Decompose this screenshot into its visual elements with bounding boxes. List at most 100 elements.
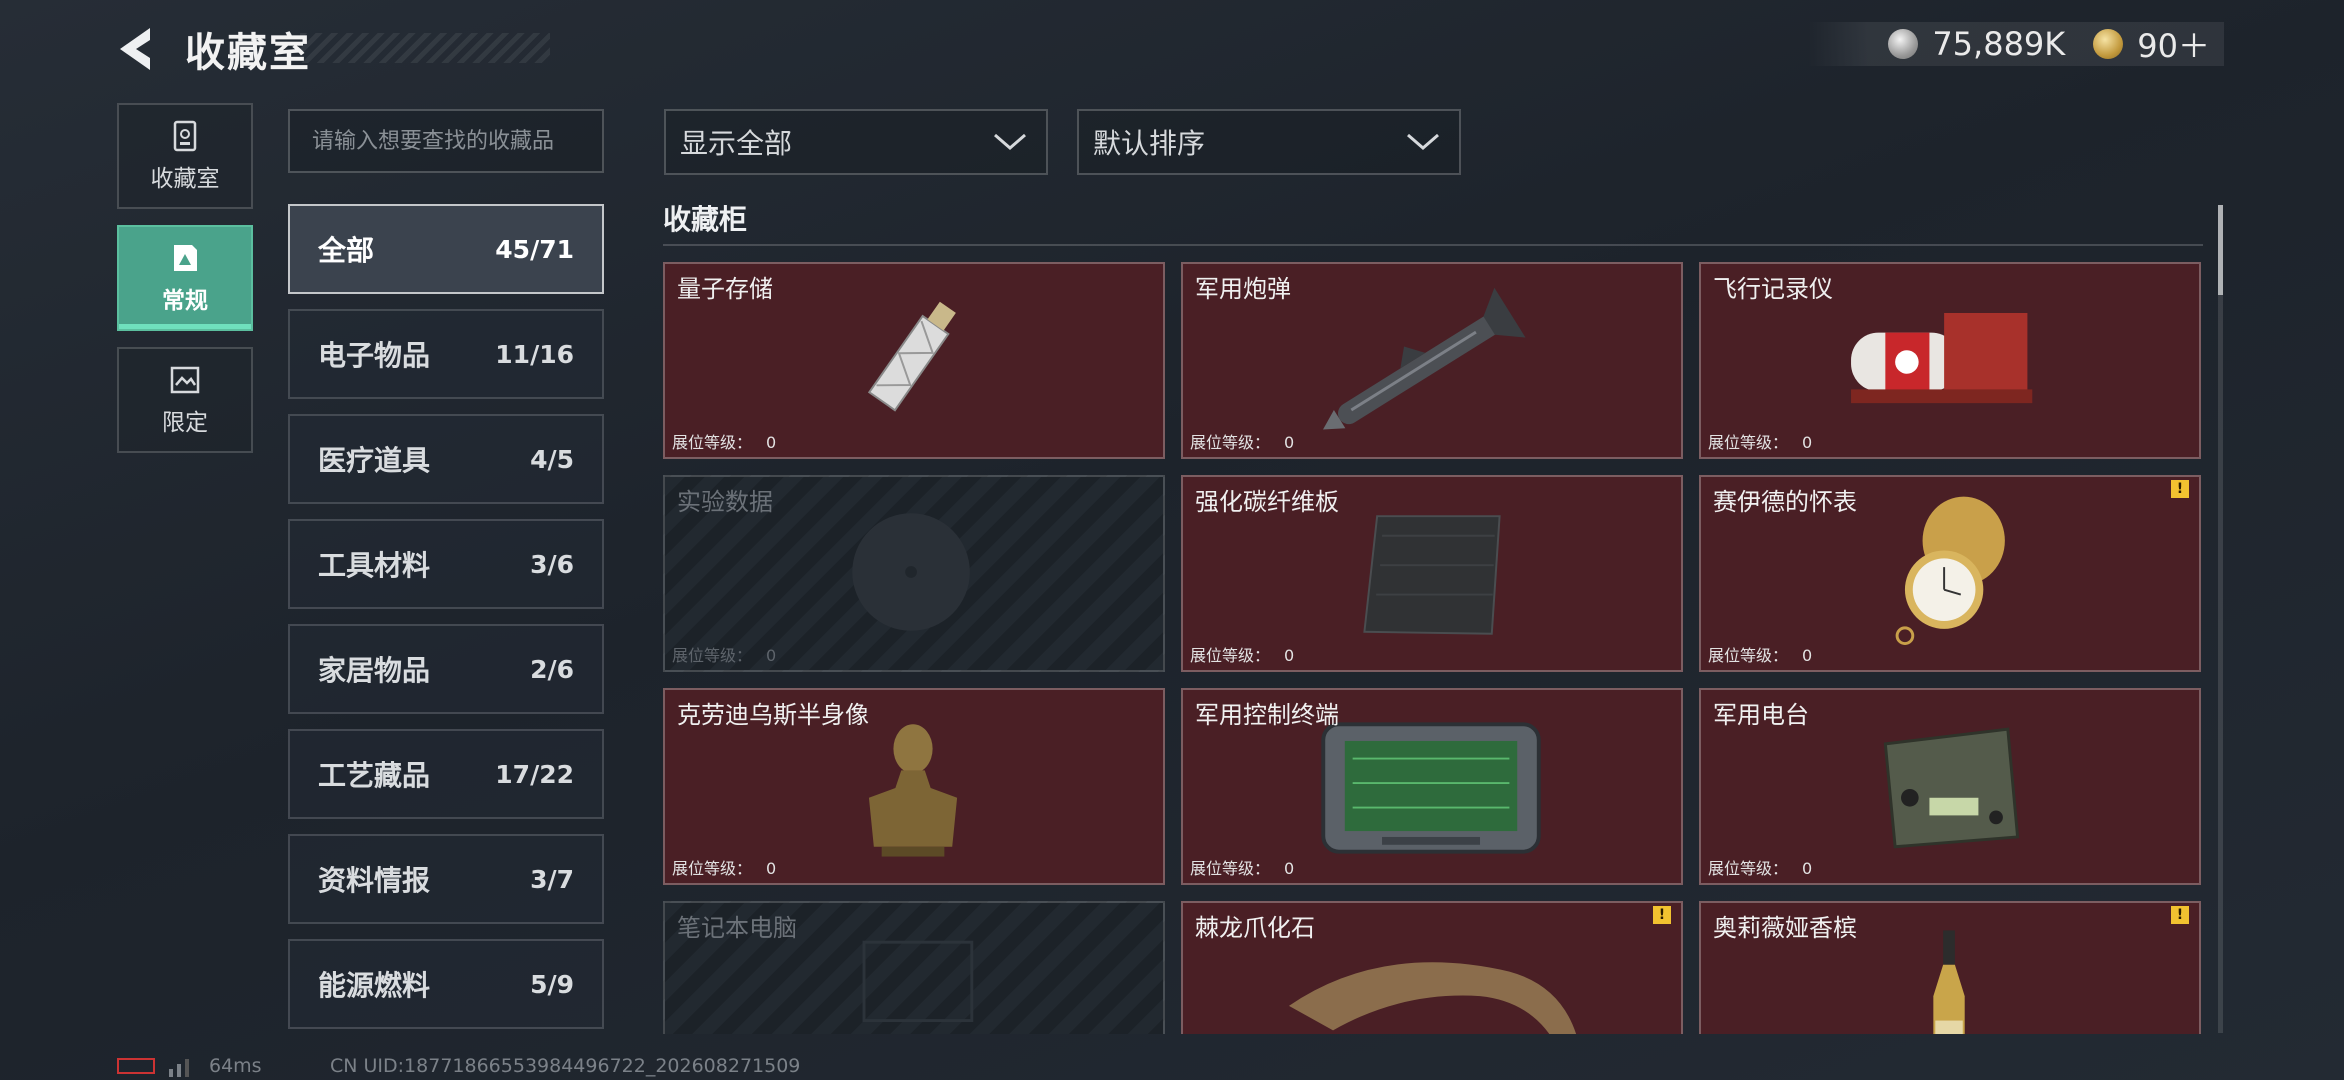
item-card-quantum-storage[interactable]: 量子存储 展位等级： 0 <box>663 262 1165 459</box>
gold-coin-amount: 90＋ <box>2137 27 2210 65</box>
level-label: 展位等级： <box>672 433 753 452</box>
item-card-military-terminal[interactable]: 军用控制终端 展位等级： 0 <box>1181 688 1683 885</box>
level-label: 展位等级： <box>672 646 753 665</box>
category-name: 电子物品 <box>318 339 431 372</box>
category-name: 医疗道具 <box>318 444 431 477</box>
level-value: 0 <box>766 859 777 878</box>
level-label: 展位等级： <box>1708 859 1789 878</box>
level-value: 0 <box>1284 433 1295 452</box>
item-level: 展位等级： 0 <box>672 855 776 879</box>
item-card-olivia-champagne[interactable]: ! 奥莉薇娅香槟 <box>1699 901 2201 1034</box>
title-decoration <box>300 33 550 63</box>
back-arrow-icon[interactable] <box>112 24 162 74</box>
collection-grid: 量子存储 展位等级： 0 军用炮弹 展位等级： 0 飞行记录仪 展位等级： 0 <box>663 262 2203 1034</box>
battery-icon <box>117 1058 155 1074</box>
currency-bar: 75,889K 90＋ <box>1808 22 2224 66</box>
category-tools[interactable]: 工具材料 3/6 <box>288 519 604 609</box>
regular-icon <box>174 245 197 271</box>
category-name: 能源燃料 <box>318 969 431 1002</box>
category-electronics[interactable]: 电子物品 11/16 <box>288 309 604 399</box>
category-count: 45/71 <box>495 234 574 264</box>
item-card-carbon-fiber-plate[interactable]: 强化碳纤维板 展位等级： 0 <box>1181 475 1683 672</box>
chevron-down-icon <box>1407 133 1439 150</box>
item-name: 量子存储 <box>677 275 773 303</box>
page-title: 收藏室 <box>185 30 311 76</box>
item-name: 实验数据 <box>677 488 773 516</box>
category-household[interactable]: 家居物品 2/6 <box>288 624 604 714</box>
category-intel[interactable]: 资料情报 3/7 <box>288 834 604 924</box>
filter-value: 显示全部 <box>680 127 793 160</box>
category-name: 资料情报 <box>318 864 431 897</box>
level-label: 展位等级： <box>672 859 753 878</box>
section-divider <box>663 244 2203 246</box>
item-level: 展位等级： 0 <box>1190 855 1294 879</box>
level-value: 0 <box>1284 859 1295 878</box>
item-card-experiment-data[interactable]: 实验数据 展位等级： 0 <box>663 475 1165 672</box>
search-input[interactable] <box>288 109 604 173</box>
warning-badge: ! <box>2171 480 2189 498</box>
item-card-military-radio[interactable]: 军用电台 展位等级： 0 <box>1699 688 2201 885</box>
side-tab-regular[interactable]: 常规 <box>117 225 253 331</box>
item-name: 笔记本电脑 <box>677 914 797 942</box>
category-count: 17/22 <box>495 759 574 789</box>
side-tab-label: 收藏室 <box>150 166 220 192</box>
item-name: 棘龙爪化石 <box>1195 914 1315 942</box>
item-level: 展位等级： 0 <box>1190 642 1294 666</box>
item-card-claudius-bust[interactable]: 克劳迪乌斯半身像 展位等级： 0 <box>663 688 1165 885</box>
category-name: 工艺藏品 <box>318 759 431 792</box>
silver-coin-amount: 75,889K <box>1932 25 2066 63</box>
item-level: 展位等级： 0 <box>1708 642 1812 666</box>
silver-coin-icon <box>1888 29 1919 59</box>
item-name: 奥莉薇娅香槟 <box>1713 914 1857 942</box>
level-value: 0 <box>766 646 777 665</box>
item-card-flight-recorder[interactable]: 飞行记录仪 展位等级： 0 <box>1699 262 2201 459</box>
limited-icon <box>170 366 200 394</box>
sort-value: 默认排序 <box>1093 127 1206 160</box>
category-count: 4/5 <box>530 444 574 474</box>
item-level: 展位等级： 0 <box>1708 855 1812 879</box>
level-value: 0 <box>1284 646 1295 665</box>
filter-dropdown[interactable]: 显示全部 <box>664 109 1048 175</box>
category-count: 5/9 <box>530 969 574 999</box>
category-count: 2/6 <box>530 654 574 684</box>
side-tab-label: 限定 <box>162 410 208 436</box>
gold-coin-icon <box>2093 29 2124 59</box>
item-level: 展位等级： 0 <box>672 642 776 666</box>
category-count: 3/7 <box>530 864 574 894</box>
warning-badge: ! <box>2171 906 2189 924</box>
item-name: 克劳迪乌斯半身像 <box>677 701 869 729</box>
category-name: 家居物品 <box>318 654 431 687</box>
item-name: 军用炮弹 <box>1195 275 1291 303</box>
item-level: 展位等级： 0 <box>672 429 776 453</box>
category-crafts[interactable]: 工艺藏品 17/22 <box>288 729 604 819</box>
level-label: 展位等级： <box>1190 859 1271 878</box>
side-tab-limited[interactable]: 限定 <box>117 347 253 453</box>
level-value: 0 <box>1802 433 1813 452</box>
user-uid: CN UID:18771866553984496722_202608271509 <box>330 1055 801 1077</box>
section-title: 收藏柜 <box>663 203 748 236</box>
level-value: 0 <box>1802 646 1813 665</box>
item-card-pocket-watch[interactable]: ! 赛伊德的怀表 展位等级： 0 <box>1699 475 2201 672</box>
side-tab-collection-room[interactable]: 收藏室 <box>117 103 253 209</box>
category-count: 11/16 <box>495 339 574 369</box>
category-medical[interactable]: 医疗道具 4/5 <box>288 414 604 504</box>
warning-badge: ! <box>1653 906 1671 924</box>
ping-value: 64ms <box>209 1055 262 1077</box>
scrollbar-track[interactable] <box>2218 205 2223 1033</box>
item-card-dino-claw-fossil[interactable]: ! 棘龙爪化石 <box>1181 901 1683 1034</box>
item-name: 军用控制终端 <box>1195 701 1339 729</box>
item-name: 强化碳纤维板 <box>1195 488 1339 516</box>
level-value: 0 <box>1802 859 1813 878</box>
item-card-laptop[interactable]: 笔记本电脑 <box>663 901 1165 1034</box>
item-card-military-shell[interactable]: 军用炮弹 展位等级： 0 <box>1181 262 1683 459</box>
scrollbar-thumb[interactable] <box>2218 205 2223 295</box>
level-label: 展位等级： <box>1708 646 1789 665</box>
category-energy[interactable]: 能源燃料 5/9 <box>288 939 604 1029</box>
side-tab-label: 常规 <box>162 288 208 314</box>
level-value: 0 <box>766 433 777 452</box>
sort-dropdown[interactable]: 默认排序 <box>1077 109 1461 175</box>
status-footer: 64ms <box>117 1055 262 1077</box>
category-all[interactable]: 全部 45/71 <box>288 204 604 294</box>
signal-icon <box>169 1059 189 1077</box>
item-name: 赛伊德的怀表 <box>1713 488 1857 516</box>
